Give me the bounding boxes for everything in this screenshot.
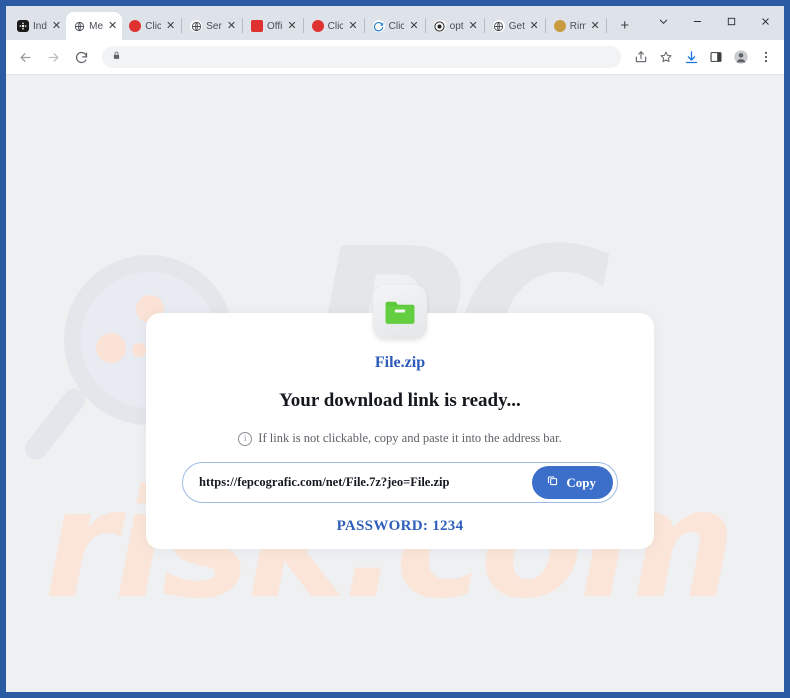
red-circle-icon: [129, 20, 142, 32]
minimize-button[interactable]: [680, 8, 714, 34]
tab-title: opt: [449, 20, 464, 32]
download-hint: i If link is not clickable, copy and pas…: [146, 431, 654, 446]
browser-tab-4[interactable]: Ser ✕: [183, 12, 241, 40]
browser-tab-6[interactable]: Clic ✕: [305, 12, 363, 40]
red-circle-icon: [311, 20, 324, 32]
tab-separator: [302, 18, 304, 33]
tab-separator: [363, 18, 365, 33]
tab-close-icon[interactable]: ✕: [409, 20, 418, 32]
address-bar[interactable]: [102, 46, 621, 68]
bookmark-star-icon[interactable]: [654, 45, 678, 69]
download-url-field[interactable]: https://fepcografic.com/net/File.7z?jeo=…: [182, 462, 618, 503]
tab-close-icon[interactable]: ✕: [166, 20, 175, 32]
tab-title: Rim: [569, 20, 586, 32]
tab-strip: Ind ✕ Me ✕ Clic ✕ Ser ✕ Offi ✕ Clic ✕ Cl…: [6, 6, 784, 40]
forward-button[interactable]: [40, 44, 66, 70]
browser-tab-2[interactable]: Me ✕: [66, 12, 123, 40]
film-reel-icon: [17, 20, 29, 32]
tab-separator: [424, 18, 426, 33]
password-label: PASSWORD: 1234: [336, 518, 464, 534]
back-button[interactable]: [12, 44, 38, 70]
tab-close-icon[interactable]: ✕: [227, 20, 236, 32]
tab-separator: [544, 18, 546, 33]
zip-folder-icon: [373, 285, 427, 339]
tab-title: Get: [508, 20, 525, 32]
toolbar-actions: [629, 45, 778, 69]
side-panel-icon[interactable]: [704, 45, 728, 69]
browser-tab-9[interactable]: Get ✕: [486, 12, 544, 40]
download-card: File.zip Your download link is ready... …: [146, 285, 654, 549]
tab-close-icon[interactable]: ✕: [591, 20, 600, 32]
browser-tab-1[interactable]: Ind ✕: [10, 12, 66, 40]
browser-tab-8[interactable]: opt ✕: [427, 12, 483, 40]
page-viewport: PC risk.com File.zip Your download link …: [6, 75, 784, 692]
new-tab-button[interactable]: +: [614, 14, 636, 36]
tab-close-icon[interactable]: ✕: [287, 20, 296, 32]
red-square-icon: [251, 20, 264, 32]
tab-close-icon[interactable]: ✕: [469, 20, 478, 32]
tab-close-icon[interactable]: ✕: [530, 20, 539, 32]
tab-separator: [605, 18, 607, 33]
share-icon[interactable]: [629, 45, 653, 69]
copy-icon: [546, 474, 559, 491]
browser-tab-7[interactable]: Clic ✕: [366, 12, 424, 40]
page-title: Your download link is ready...: [279, 390, 521, 411]
window-controls: [646, 8, 782, 34]
close-button[interactable]: [748, 8, 782, 34]
tab-close-icon[interactable]: ✕: [348, 20, 357, 32]
tab-title: Me: [89, 20, 104, 32]
download-url-text: https://fepcografic.com/net/File.7z?jeo=…: [199, 475, 450, 489]
tab-title: Clic: [388, 20, 405, 32]
tab-title: Ser: [206, 20, 222, 32]
browser-tab-3[interactable]: Clic ✕: [122, 12, 180, 40]
file-name-label: File.zip: [374, 354, 426, 371]
tab-separator: [181, 18, 183, 33]
globe-icon: [73, 20, 86, 32]
browser-toolbar: [6, 40, 784, 75]
tab-separator: [242, 18, 244, 33]
copy-button[interactable]: Copy: [532, 466, 613, 499]
target-icon: [433, 20, 446, 32]
globe-icon: [492, 20, 505, 32]
copy-button-label: Copy: [566, 474, 596, 490]
gold-circle-icon: [553, 20, 566, 32]
tab-title: Clic: [327, 20, 344, 32]
browser-tab-5[interactable]: Offi ✕: [244, 12, 302, 40]
tab-search-button[interactable]: [646, 8, 680, 34]
more-menu-icon[interactable]: [754, 45, 778, 69]
maximize-button[interactable]: [714, 8, 748, 34]
edge-icon: [372, 20, 385, 32]
download-icon[interactable]: [679, 45, 703, 69]
profile-avatar-icon[interactable]: [729, 45, 753, 69]
tab-close-icon[interactable]: ✕: [52, 20, 61, 32]
tab-close-icon[interactable]: ✕: [108, 20, 117, 32]
tab-separator: [483, 18, 485, 33]
browser-tab-10[interactable]: Rim ✕: [547, 12, 605, 40]
info-icon: i: [238, 431, 253, 446]
tab-title: Clic: [145, 20, 162, 32]
tab-title: Ind: [33, 20, 47, 32]
reload-button[interactable]: [68, 44, 94, 70]
tab-title: Offi: [267, 20, 283, 32]
download-hint-text: If link is not clickable, copy and paste…: [258, 431, 562, 445]
browser-window: Ind ✕ Me ✕ Clic ✕ Ser ✕ Offi ✕ Clic ✕ Cl…: [0, 0, 790, 698]
lock-icon: [112, 51, 121, 63]
globe-icon: [190, 20, 203, 32]
